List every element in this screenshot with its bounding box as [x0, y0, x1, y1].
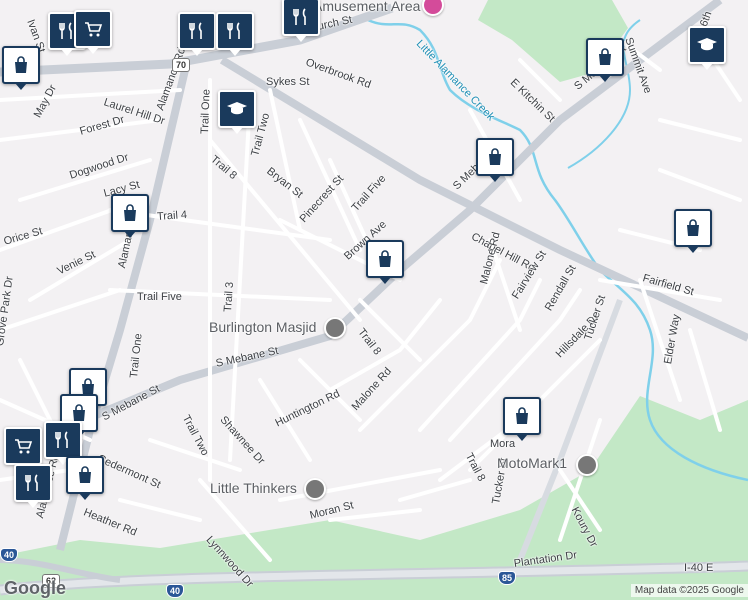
i-85-shield: 85 — [498, 571, 517, 585]
car-dealer-pin-icon[interactable] — [576, 454, 598, 476]
cart-icon — [15, 439, 33, 454]
grocery-marker-2[interactable] — [4, 427, 42, 471]
cart-icon — [85, 22, 103, 37]
grocery-marker-1[interactable] — [74, 10, 112, 54]
shopping-bag-icon — [599, 48, 611, 65]
shopping-marker-nw[interactable] — [2, 46, 40, 90]
map-canvas[interactable]: S Church St Sykes St Overbrook Rd Alamance … — [0, 0, 748, 600]
shopping-bag-icon — [15, 56, 27, 73]
shopping-bag-icon — [379, 250, 391, 267]
restaurant-marker-2[interactable] — [178, 12, 216, 56]
google-logo: Google — [4, 578, 66, 598]
fork-knife-icon — [25, 474, 38, 491]
shopping-marker-mebane[interactable] — [476, 138, 514, 182]
map-base-layer — [0, 0, 748, 600]
shopping-bag-icon — [489, 148, 501, 165]
school-pin-icon[interactable] — [304, 478, 326, 500]
fork-knife-icon — [55, 431, 68, 448]
graduation-cap-icon — [697, 38, 717, 51]
shopping-marker-center[interactable] — [366, 240, 404, 284]
shopping-bag-icon — [79, 466, 91, 483]
i-40-shield: 40 — [0, 548, 19, 562]
graduation-cap-icon — [227, 102, 247, 115]
shopping-bag-icon — [73, 404, 85, 421]
restaurant-marker-4[interactable] — [282, 0, 320, 42]
mosque-pin-icon[interactable] — [324, 317, 346, 339]
shopping-marker-mora[interactable] — [503, 397, 541, 441]
shopping-marker-ne[interactable] — [586, 38, 624, 82]
us-70-shield: 70 — [172, 58, 191, 72]
shopping-bag-icon — [124, 204, 136, 221]
restaurant-marker-5[interactable] — [44, 421, 82, 465]
shopping-bag-icon — [687, 219, 699, 236]
map-attribution[interactable]: Map data ©2025 Google — [630, 584, 748, 597]
fork-knife-icon — [293, 8, 306, 25]
i-40-shield-b: 40 — [166, 584, 185, 598]
shopping-marker-alamance[interactable] — [111, 194, 149, 238]
restaurant-marker-3[interactable] — [216, 12, 254, 56]
fork-knife-icon — [189, 22, 202, 39]
shopping-marker-sw-3[interactable] — [66, 456, 104, 500]
restaurant-marker-6[interactable] — [14, 464, 52, 508]
shopping-bag-icon — [516, 407, 528, 424]
shopping-marker-east[interactable] — [674, 209, 712, 253]
school-marker-2[interactable] — [688, 26, 726, 70]
fork-knife-icon — [227, 22, 240, 39]
school-marker-1[interactable] — [218, 90, 256, 134]
